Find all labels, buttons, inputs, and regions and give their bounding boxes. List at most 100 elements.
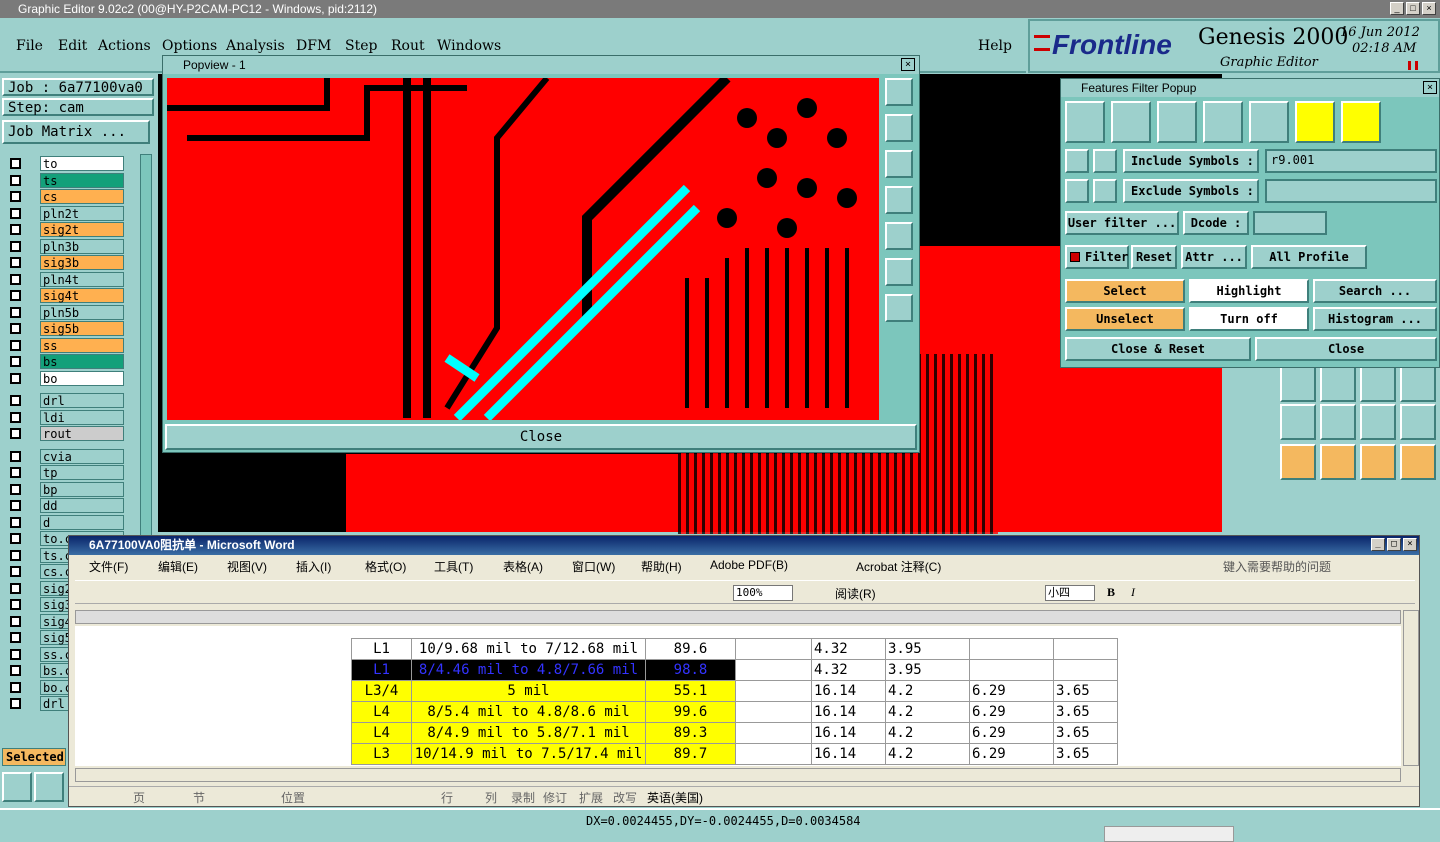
layer-name[interactable]: sig3b: [40, 255, 124, 270]
table-cell[interactable]: 3.65: [1053, 722, 1118, 744]
table-cell[interactable]: 89.7: [645, 743, 736, 765]
attr-button[interactable]: Attr ...: [1181, 245, 1247, 269]
layer-name[interactable]: cs: [40, 189, 124, 204]
table-cell[interactable]: 89.6: [645, 638, 736, 660]
menu-file[interactable]: File: [16, 38, 43, 54]
select-button[interactable]: Select: [1065, 279, 1185, 303]
layer-name[interactable]: dd: [40, 498, 124, 513]
layer-row[interactable]: pln3b: [8, 238, 124, 254]
table-cell[interactable]: 16.14: [811, 743, 886, 765]
layer-name[interactable]: tp: [40, 465, 124, 480]
table-cell[interactable]: [1053, 659, 1118, 681]
layer-row[interactable]: pln4t: [8, 271, 124, 287]
layer-row[interactable]: ldi: [8, 409, 124, 425]
table-cell[interactable]: [735, 722, 812, 744]
table-cell[interactable]: 98.8: [645, 659, 736, 681]
layer-name[interactable]: pln4t: [40, 271, 124, 287]
surface-feature-icon[interactable]: [1157, 101, 1197, 143]
histogram-button[interactable]: Histogram ...: [1313, 307, 1437, 331]
italic-icon[interactable]: I: [1131, 585, 1135, 600]
maximize-button[interactable]: □: [1406, 2, 1420, 15]
word-menu-item[interactable]: 插入(I): [296, 558, 331, 575]
layer-checkbox[interactable]: [10, 273, 21, 285]
table-cell[interactable]: L3/4: [351, 680, 412, 702]
layer-row[interactable]: dd: [8, 498, 124, 513]
table-cell[interactable]: 99.6: [645, 701, 736, 723]
include-arrow-icon[interactable]: [1065, 149, 1089, 173]
menu-edit[interactable]: Edit: [58, 38, 87, 54]
table-cell[interactable]: 4.32: [811, 638, 886, 660]
layer-checkbox[interactable]: [10, 174, 21, 186]
table-cell[interactable]: 4.2: [885, 701, 970, 723]
layer-name[interactable]: ldi: [40, 409, 124, 425]
close-reset-button[interactable]: Close & Reset: [1065, 337, 1251, 361]
layer-row[interactable]: ss: [8, 337, 124, 353]
layer-checkbox[interactable]: [10, 615, 21, 627]
table-cell[interactable]: 55.1: [645, 680, 736, 702]
highlight-button[interactable]: Highlight: [1189, 279, 1309, 303]
layer-name[interactable]: bo: [40, 370, 124, 386]
table-cell[interactable]: 6.29: [969, 680, 1054, 702]
layer-name[interactable]: sig5b: [40, 321, 124, 336]
layer-checkbox[interactable]: [10, 467, 21, 478]
layer-row[interactable]: bs: [8, 354, 124, 369]
table-cell[interactable]: 3.95: [885, 659, 970, 681]
layer-row[interactable]: pln5b: [8, 304, 124, 320]
word-menu-item[interactable]: 工具(T): [434, 558, 473, 575]
layer-name[interactable]: to: [40, 156, 124, 171]
table-cell[interactable]: 6.29: [969, 722, 1054, 744]
layer-checkbox[interactable]: [10, 500, 21, 511]
table-cell[interactable]: [735, 659, 812, 681]
word-menu-item[interactable]: 格式(O): [365, 558, 406, 575]
pan-down-icon[interactable]: [885, 150, 913, 178]
table-cell[interactable]: 4.2: [885, 722, 970, 744]
layer-checkbox[interactable]: [10, 533, 21, 544]
layer-name[interactable]: sig4t: [40, 288, 124, 303]
layer-checkbox[interactable]: [10, 411, 21, 423]
layer-checkbox[interactable]: [10, 566, 21, 577]
layer-name[interactable]: d: [40, 514, 124, 530]
document-area[interactable]: L1 10/9.68 mil to 7/12.68 mil 89.6 4.32 3.95…: [75, 626, 1401, 766]
pointer-icon[interactable]: [1280, 444, 1316, 480]
layer-checkbox[interactable]: [10, 306, 21, 318]
exclude-symbols-input[interactable]: [1265, 179, 1437, 203]
menu-analysis[interactable]: Analysis: [226, 38, 285, 54]
table-cell[interactable]: 6.29: [969, 701, 1054, 723]
layer-row[interactable]: to: [8, 156, 124, 171]
layer-row[interactable]: sig3b: [8, 255, 124, 270]
pointer-icon[interactable]: [1320, 444, 1356, 480]
word-menu-item[interactable]: 窗口(W): [572, 558, 615, 575]
layer-row[interactable]: rout: [8, 426, 124, 441]
layer-name[interactable]: pln2t: [40, 205, 124, 221]
word-menu-item[interactable]: 视图(V): [227, 558, 267, 575]
pan-left-icon[interactable]: [885, 186, 913, 214]
table-cell[interactable]: 6.29: [969, 743, 1054, 765]
bold-icon[interactable]: B: [1107, 585, 1115, 600]
layer-checkbox[interactable]: [10, 483, 21, 495]
table-cell[interactable]: L3: [351, 743, 412, 765]
table-cell[interactable]: 3.65: [1053, 680, 1118, 702]
layer-display-icon[interactable]: [1280, 366, 1316, 402]
minimize-button[interactable]: _: [1390, 2, 1404, 15]
search-button[interactable]: Search ...: [1313, 279, 1437, 303]
exclude-arrow-icon[interactable]: [1065, 179, 1089, 203]
layer-checkbox[interactable]: [10, 665, 21, 676]
filter-toggle[interactable]: Filter: [1065, 245, 1129, 269]
turn-off-button[interactable]: Turn off: [1189, 307, 1309, 331]
layer-name[interactable]: ss: [40, 337, 124, 353]
layer-checkbox[interactable]: [10, 599, 21, 610]
close-button[interactable]: ×: [1422, 2, 1436, 15]
table-cell[interactable]: L1: [351, 659, 412, 681]
negative-icon[interactable]: [1341, 101, 1381, 143]
table-cell[interactable]: L4: [351, 701, 412, 723]
table-cell[interactable]: [735, 701, 812, 723]
layer-name[interactable]: bs: [40, 354, 124, 369]
layer-row[interactable]: pln2t: [8, 205, 124, 221]
triangle-icon[interactable]: [1320, 404, 1356, 440]
table-cell[interactable]: [735, 743, 812, 765]
layer-checkbox[interactable]: [10, 582, 21, 594]
table-cell[interactable]: 89.3: [645, 722, 736, 744]
layer-checkbox[interactable]: [10, 648, 21, 660]
layer-checkbox[interactable]: [10, 339, 21, 351]
layer-checkbox[interactable]: [10, 240, 21, 252]
